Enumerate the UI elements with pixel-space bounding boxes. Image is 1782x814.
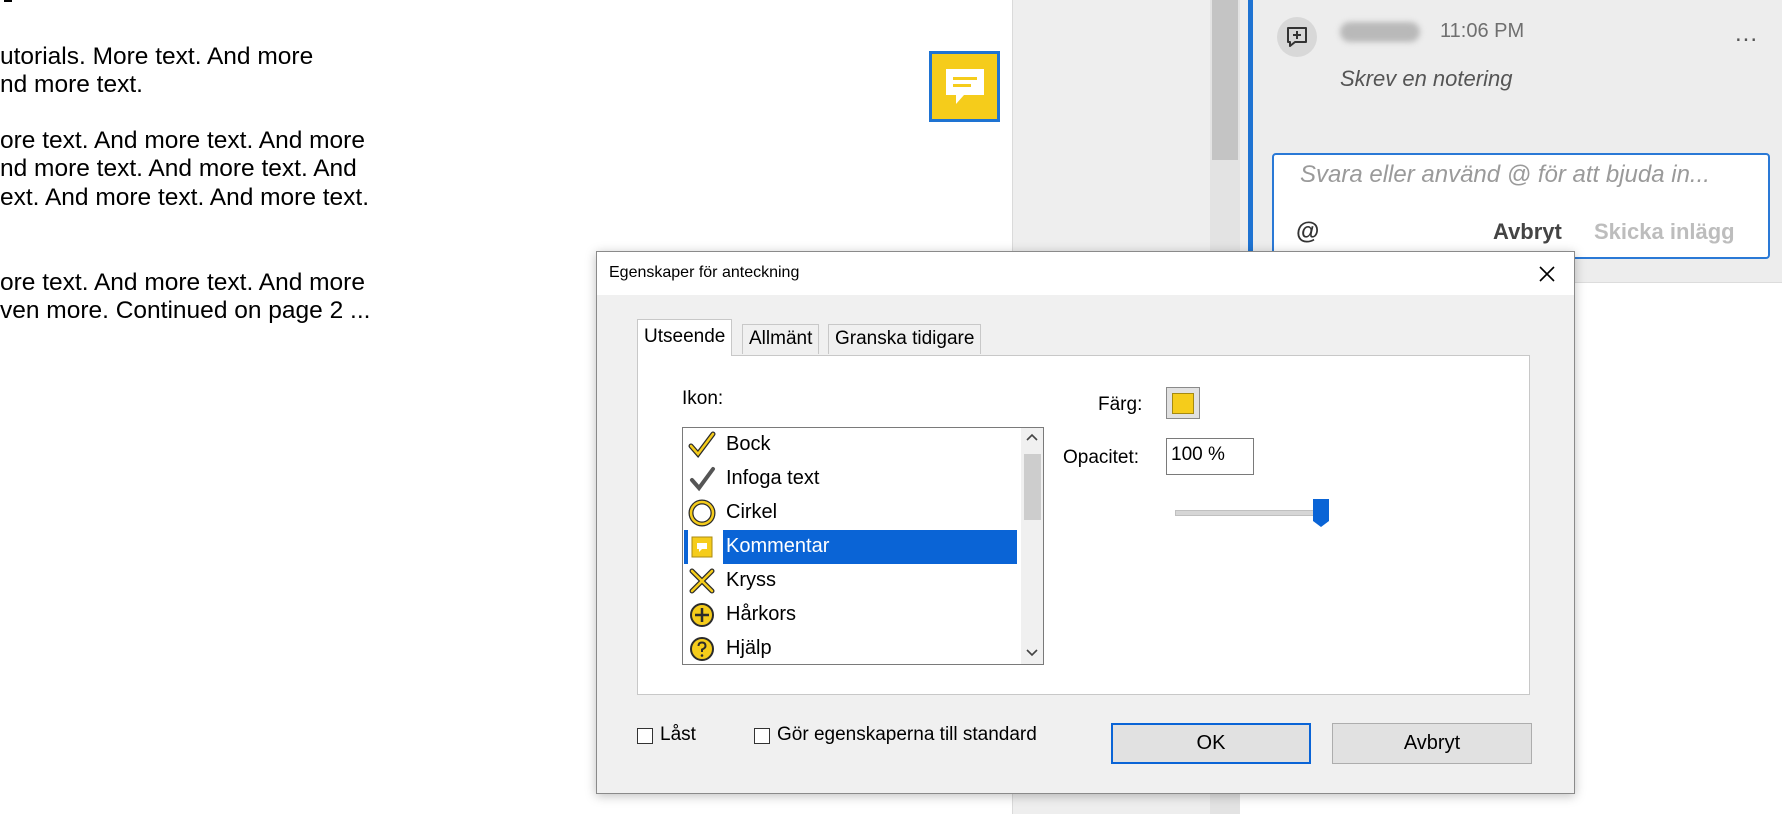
- reply-cancel-button[interactable]: Avbryt: [1493, 219, 1562, 245]
- doc-text-line: ven more. Continued on page 2 ...: [0, 297, 371, 324]
- cross-icon: [688, 567, 716, 595]
- ok-button[interactable]: OK: [1111, 723, 1311, 764]
- doc-text-line: nd more text.: [0, 71, 143, 98]
- make-default-label: Gör egenskaperna till standard: [777, 724, 1037, 745]
- comment-icon: [688, 533, 716, 561]
- list-item-help[interactable]: Hjälp: [683, 632, 1018, 664]
- opacity-input[interactable]: 100 %: [1166, 438, 1254, 475]
- checkmark-icon: [688, 431, 716, 459]
- close-icon[interactable]: [1533, 260, 1561, 288]
- add-comment-icon: [1287, 27, 1307, 47]
- icon-listbox[interactable]: Bock Infoga text Cirkel Kommentar Kryss …: [682, 427, 1044, 665]
- color-label: Färg:: [1098, 394, 1143, 415]
- chevron-down-icon[interactable]: [1026, 648, 1038, 661]
- more-options-icon[interactable]: ...: [1735, 20, 1758, 48]
- color-swatch: [1172, 392, 1194, 414]
- mention-button[interactable]: @: [1296, 218, 1319, 246]
- dialog-titlebar: Egenskaper för anteckning: [597, 252, 1574, 295]
- opacity-slider-track[interactable]: [1175, 510, 1327, 516]
- note-properties-dialog: Egenskaper för anteckning Utseende Allmä…: [596, 251, 1575, 794]
- insert-text-icon: [688, 465, 716, 493]
- cancel-button[interactable]: Avbryt: [1332, 723, 1532, 764]
- speech-bubble-icon: [945, 68, 984, 104]
- comment-author-blurred: [1340, 22, 1420, 42]
- circle-icon: [688, 499, 716, 527]
- doc-text-line: ext. And more text. And more text.: [0, 184, 370, 211]
- list-item-label: Kryss: [726, 569, 776, 591]
- list-item-label: Cirkel: [726, 501, 778, 523]
- icon-list-scrollbar[interactable]: [1021, 428, 1043, 664]
- list-item-comment[interactable]: Kommentar: [683, 530, 1018, 564]
- comment-timestamp: 11:06 PM: [1440, 20, 1525, 42]
- list-item-crosshair[interactable]: Hårkors: [683, 598, 1018, 632]
- document-scrollbar-thumb[interactable]: [1212, 0, 1238, 160]
- list-item-circle[interactable]: Cirkel: [683, 496, 1018, 530]
- icon-label: Ikon:: [682, 388, 724, 409]
- sticky-note-annotation-icon[interactable]: [929, 51, 1000, 122]
- opacity-slider-thumb[interactable]: [1313, 499, 1329, 527]
- opacity-label: Opacitet:: [1063, 447, 1140, 468]
- text-fragment: [4, 0, 12, 2]
- dialog-title: Egenskaper för anteckning: [609, 264, 800, 281]
- list-item-checkmark[interactable]: Bock: [683, 428, 1018, 462]
- list-item-label: Hårkors: [726, 603, 797, 625]
- list-item-label: Hjälp: [726, 637, 772, 659]
- crosshair-icon: [688, 601, 716, 629]
- locked-checkbox[interactable]: [637, 728, 653, 744]
- tab-appearance[interactable]: Utseende: [637, 319, 733, 356]
- locked-label: Låst: [660, 724, 696, 745]
- comment-avatar: [1277, 17, 1317, 57]
- comment-text: Skrev en notering: [1340, 66, 1513, 91]
- list-item-label: Infoga text: [726, 467, 820, 489]
- comment-selected-indicator: [1248, 0, 1253, 262]
- list-item-label: Bock: [726, 433, 771, 455]
- list-item-cross[interactable]: Kryss: [683, 564, 1018, 598]
- tab-general[interactable]: Allmänt: [742, 324, 820, 354]
- list-item-label: Kommentar: [726, 535, 830, 557]
- reply-send-button[interactable]: Skicka inlägg: [1594, 219, 1735, 245]
- help-icon: [688, 635, 716, 663]
- reply-input-placeholder[interactable]: Svara eller använd @ för att bjuda in...: [1300, 161, 1710, 189]
- chevron-up-icon[interactable]: [1026, 432, 1038, 445]
- tab-review-history[interactable]: Granska tidigare: [828, 324, 982, 354]
- icon-list-scrollbar-thumb[interactable]: [1024, 454, 1041, 520]
- make-default-checkbox[interactable]: [754, 728, 770, 744]
- color-picker-button[interactable]: [1166, 387, 1200, 419]
- list-item-insert-text[interactable]: Infoga text: [683, 462, 1018, 496]
